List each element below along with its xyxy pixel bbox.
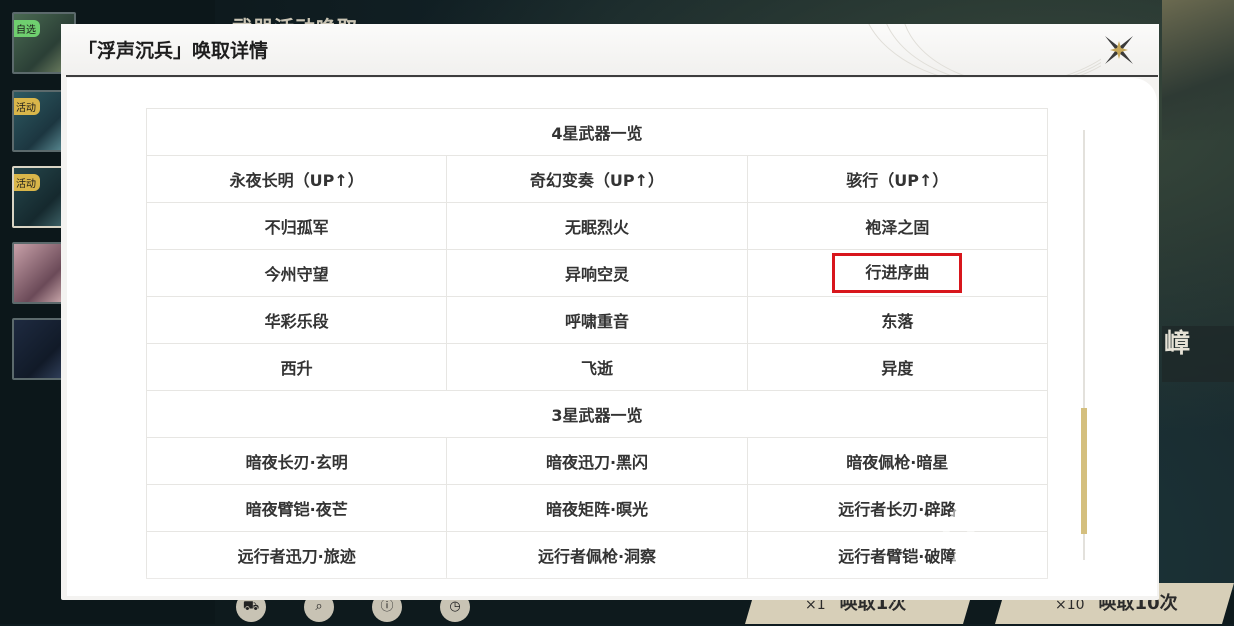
weapon-cell: 无眠烈火	[446, 202, 748, 250]
close-icon[interactable]	[1101, 32, 1137, 68]
weapon-cell: 暗夜迅刀·黑闪	[446, 437, 748, 485]
weapon-cell: 远行者迅刀·旅迹	[146, 531, 448, 579]
weapon-name-label: 嶂	[1162, 326, 1234, 382]
weapon-cell: 飞逝	[446, 343, 748, 391]
table-row: 今州守望 异响空灵 行进序曲	[146, 249, 1048, 297]
weapon-cell: 骇行（UP↑）	[746, 155, 1048, 203]
header-divider	[66, 75, 1158, 77]
weapon-cell: 袍泽之固	[746, 202, 1048, 250]
weapon-cell: 西升	[146, 343, 448, 391]
table-row: 不归孤军 无眠烈火 袍泽之固	[146, 202, 1048, 250]
weapon-cell: 暗夜矩阵·暝光	[446, 484, 748, 532]
weapon-cell: 暗夜长刃·玄明	[146, 437, 448, 485]
banner-tag: 活动	[14, 98, 40, 115]
table-row: 暗夜臂铠·夜芒 暗夜矩阵·暝光 远行者长刃·辟路	[146, 484, 1048, 532]
weapon-cell: 东落	[746, 296, 1048, 344]
weapon-cell: 今州守望	[146, 249, 448, 297]
weapon-cell: 暗夜佩枪·暗星	[746, 437, 1048, 485]
banner-tag: 活动	[14, 174, 40, 191]
table-row: 远行者迅刀·旅迹 远行者佩枪·洞察 远行者臂铠·破障	[146, 531, 1048, 579]
weapon-cell: 远行者佩枪·洞察	[446, 531, 748, 579]
weapon-cell: 暗夜臂铠·夜芒	[146, 484, 448, 532]
weapon-cell: 华彩乐段	[146, 296, 448, 344]
weapon-cell: 奇幻变奏（UP↑）	[446, 155, 748, 203]
character-art	[1162, 0, 1234, 140]
dialog-title: 「浮声沉兵」唤取详情	[78, 40, 269, 62]
weapon-cell: 不归孤军	[146, 202, 448, 250]
nine-logo-icon	[935, 500, 990, 577]
weapon-table: 4星武器一览 永夜长明（UP↑） 奇幻变奏（UP↑） 骇行（UP↑） 不归孤军 …	[146, 108, 1048, 579]
weapon-cell: 异响空灵	[446, 249, 748, 297]
banner-tag: 自选	[14, 20, 40, 37]
three-star-header: 3星武器一览	[146, 390, 1048, 438]
table-row: 西升 飞逝 异度	[146, 343, 1048, 391]
weapon-cell: 永夜长明（UP↑）	[146, 155, 448, 203]
weapon-table-container[interactable]: 4星武器一览 永夜长明（UP↑） 奇幻变奏（UP↑） 骇行（UP↑） 不归孤军 …	[146, 108, 1048, 596]
weapon-cell: 呼啸重音	[446, 296, 748, 344]
highlight-box: 行进序曲	[832, 253, 963, 293]
header-decoration	[861, 24, 1101, 76]
scroll-fade	[146, 574, 1048, 596]
table-row: 暗夜长刃·玄明 暗夜迅刀·黑闪 暗夜佩枪·暗星	[146, 437, 1048, 485]
dialog-header: 「浮声沉兵」唤取详情	[61, 24, 1159, 77]
weapon-cell: 异度	[746, 343, 1048, 391]
table-row: 华彩乐段 呼啸重音 东落	[146, 296, 1048, 344]
weapon-cell-highlighted: 行进序曲	[746, 249, 1048, 297]
watermark-logo	[930, 480, 1210, 590]
table-row: 永夜长明（UP↑） 奇幻变奏（UP↑） 骇行（UP↑）	[146, 155, 1048, 203]
four-star-header: 4星武器一览	[146, 108, 1048, 156]
